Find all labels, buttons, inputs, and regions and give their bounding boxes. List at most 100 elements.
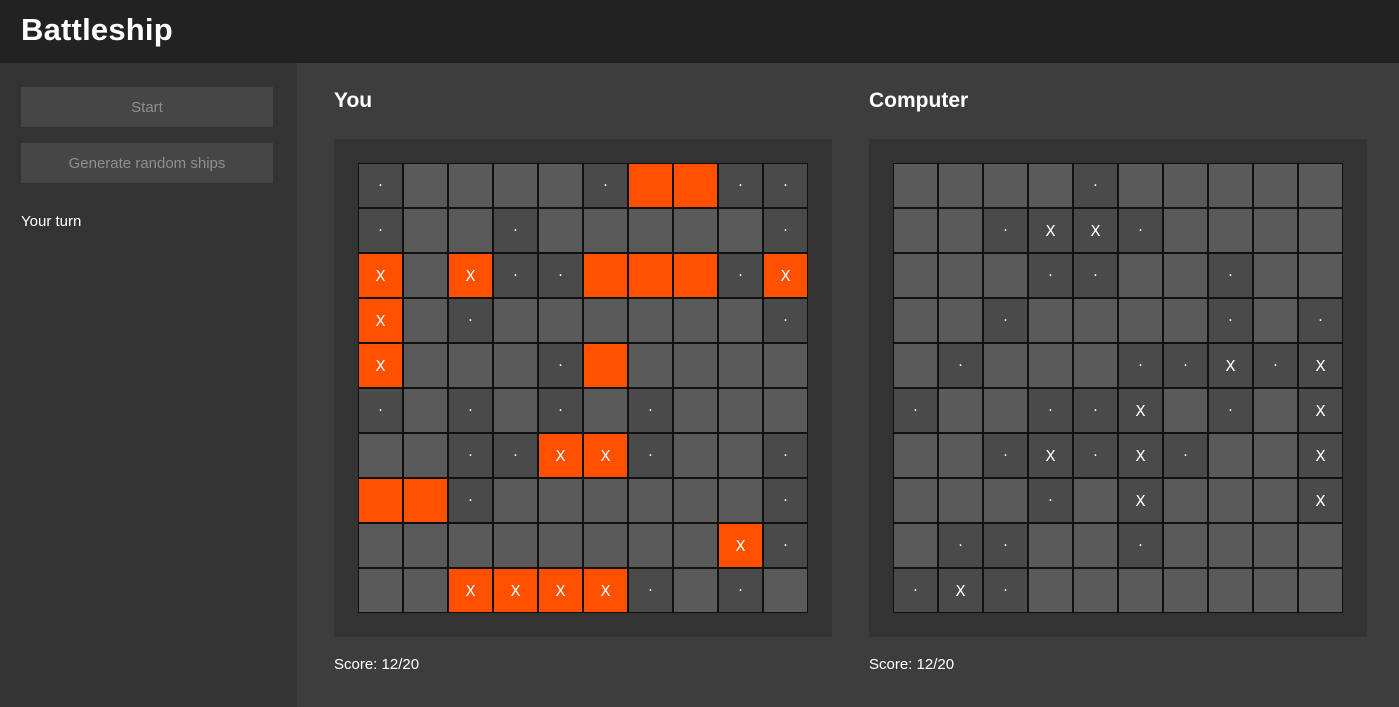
computer-cell-miss[interactable]: · xyxy=(1298,298,1343,343)
computer-cell-empty[interactable] xyxy=(938,478,983,523)
computer-cell-empty[interactable] xyxy=(1163,388,1208,433)
computer-cell-empty[interactable] xyxy=(1208,208,1253,253)
computer-cell-empty[interactable] xyxy=(1208,163,1253,208)
computer-cell-empty[interactable] xyxy=(938,163,983,208)
computer-cell-empty[interactable] xyxy=(938,433,983,478)
computer-cell-miss[interactable]: · xyxy=(983,568,1028,613)
computer-cell-hit[interactable]: X xyxy=(1073,208,1118,253)
computer-cell-empty[interactable] xyxy=(1253,478,1298,523)
computer-cell-empty[interactable] xyxy=(1208,568,1253,613)
computer-cell-hit[interactable]: X xyxy=(938,568,983,613)
computer-cell-empty[interactable] xyxy=(1028,343,1073,388)
computer-cell-miss[interactable]: · xyxy=(1073,163,1118,208)
computer-cell-empty[interactable] xyxy=(893,253,938,298)
computer-cell-empty[interactable] xyxy=(1118,298,1163,343)
computer-cell-empty[interactable] xyxy=(1208,478,1253,523)
computer-cell-empty[interactable] xyxy=(1028,523,1073,568)
computer-cell-miss[interactable]: · xyxy=(938,343,983,388)
computer-cell-hit[interactable]: X xyxy=(1298,478,1343,523)
computer-cell-empty[interactable] xyxy=(1298,523,1343,568)
computer-cell-empty[interactable] xyxy=(1253,253,1298,298)
computer-cell-miss[interactable]: · xyxy=(983,523,1028,568)
computer-cell-empty[interactable] xyxy=(983,388,1028,433)
computer-cell-empty[interactable] xyxy=(893,298,938,343)
computer-cell-empty[interactable] xyxy=(1163,478,1208,523)
computer-cell-miss[interactable]: · xyxy=(893,388,938,433)
computer-cell-empty[interactable] xyxy=(1163,523,1208,568)
computer-cell-empty[interactable] xyxy=(938,208,983,253)
computer-cell-empty[interactable] xyxy=(1253,388,1298,433)
computer-cell-hit[interactable]: X xyxy=(1298,343,1343,388)
computer-cell-empty[interactable] xyxy=(1253,523,1298,568)
computer-cell-hit[interactable]: X xyxy=(1118,478,1163,523)
computer-cell-miss[interactable]: · xyxy=(1118,523,1163,568)
computer-cell-empty[interactable] xyxy=(893,478,938,523)
computer-cell-empty[interactable] xyxy=(1163,253,1208,298)
computer-cell-miss[interactable]: · xyxy=(1073,253,1118,298)
computer-cell-miss[interactable]: · xyxy=(1028,478,1073,523)
computer-cell-empty[interactable] xyxy=(938,253,983,298)
computer-cell-empty[interactable] xyxy=(1028,163,1073,208)
computer-cell-empty[interactable] xyxy=(1163,298,1208,343)
computer-cell-empty[interactable] xyxy=(1118,163,1163,208)
computer-cell-miss[interactable]: · xyxy=(938,523,983,568)
computer-cell-empty[interactable] xyxy=(893,433,938,478)
computer-cell-miss[interactable]: · xyxy=(1163,433,1208,478)
computer-cell-miss[interactable]: · xyxy=(1208,298,1253,343)
start-button[interactable]: Start xyxy=(21,87,273,127)
computer-cell-hit[interactable]: X xyxy=(1298,388,1343,433)
computer-cell-miss[interactable]: · xyxy=(893,568,938,613)
computer-cell-empty[interactable] xyxy=(893,208,938,253)
computer-cell-empty[interactable] xyxy=(1118,568,1163,613)
computer-cell-empty[interactable] xyxy=(983,478,1028,523)
computer-cell-empty[interactable] xyxy=(1298,163,1343,208)
computer-cell-hit[interactable]: X xyxy=(1118,388,1163,433)
computer-cell-empty[interactable] xyxy=(1208,523,1253,568)
computer-cell-hit[interactable]: X xyxy=(1298,433,1343,478)
computer-cell-miss[interactable]: · xyxy=(983,208,1028,253)
computer-cell-empty[interactable] xyxy=(1253,433,1298,478)
computer-cell-empty[interactable] xyxy=(938,388,983,433)
computer-cell-empty[interactable] xyxy=(893,163,938,208)
computer-cell-empty[interactable] xyxy=(1073,298,1118,343)
computer-cell-empty[interactable] xyxy=(1118,253,1163,298)
computer-cell-empty[interactable] xyxy=(1298,568,1343,613)
computer-cell-empty[interactable] xyxy=(1208,433,1253,478)
computer-cell-empty[interactable] xyxy=(1028,568,1073,613)
generate-random-ships-button[interactable]: Generate random ships xyxy=(21,143,273,183)
computer-cell-hit[interactable]: X xyxy=(1028,208,1073,253)
computer-cell-empty[interactable] xyxy=(1298,253,1343,298)
computer-cell-empty[interactable] xyxy=(983,163,1028,208)
computer-cell-empty[interactable] xyxy=(983,253,1028,298)
computer-cell-empty[interactable] xyxy=(1253,163,1298,208)
computer-cell-hit[interactable]: X xyxy=(1028,433,1073,478)
computer-cell-empty[interactable] xyxy=(1163,208,1208,253)
computer-cell-empty[interactable] xyxy=(1073,478,1118,523)
computer-cell-miss[interactable]: · xyxy=(983,298,1028,343)
computer-cell-empty[interactable] xyxy=(1163,163,1208,208)
computer-cell-miss[interactable]: · xyxy=(983,433,1028,478)
computer-cell-hit[interactable]: X xyxy=(1118,433,1163,478)
computer-cell-miss[interactable]: · xyxy=(1028,388,1073,433)
computer-cell-empty[interactable] xyxy=(1073,343,1118,388)
computer-cell-empty[interactable] xyxy=(1073,568,1118,613)
computer-cell-miss[interactable]: · xyxy=(1118,208,1163,253)
computer-cell-miss[interactable]: · xyxy=(1208,253,1253,298)
computer-cell-miss[interactable]: · xyxy=(1073,388,1118,433)
computer-cell-empty[interactable] xyxy=(983,343,1028,388)
computer-cell-empty[interactable] xyxy=(1028,298,1073,343)
computer-cell-empty[interactable] xyxy=(938,298,983,343)
computer-cell-empty[interactable] xyxy=(1298,208,1343,253)
computer-cell-miss[interactable]: · xyxy=(1208,388,1253,433)
computer-cell-empty[interactable] xyxy=(1073,523,1118,568)
computer-cell-miss[interactable]: · xyxy=(1028,253,1073,298)
computer-cell-empty[interactable] xyxy=(1163,568,1208,613)
computer-cell-empty[interactable] xyxy=(1253,568,1298,613)
computer-cell-miss[interactable]: · xyxy=(1118,343,1163,388)
computer-cell-miss[interactable]: · xyxy=(1073,433,1118,478)
computer-cell-empty[interactable] xyxy=(893,523,938,568)
computer-cell-empty[interactable] xyxy=(1253,298,1298,343)
computer-cell-miss[interactable]: · xyxy=(1163,343,1208,388)
computer-cell-miss[interactable]: · xyxy=(1253,343,1298,388)
computer-cell-hit[interactable]: X xyxy=(1208,343,1253,388)
